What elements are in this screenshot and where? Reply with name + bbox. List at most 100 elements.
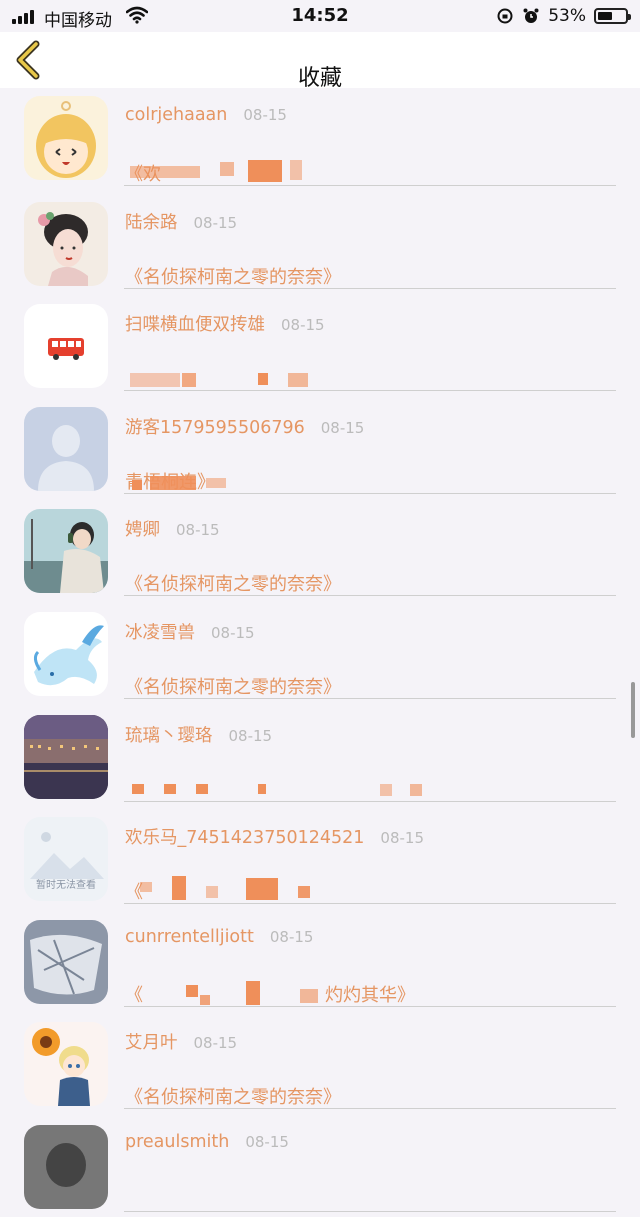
censored-block	[182, 373, 196, 388]
username[interactable]: cunrrentelljiott 08-15	[125, 927, 313, 947]
username-text: 艾月叶	[125, 1033, 178, 1054]
censored-block	[220, 162, 234, 176]
divider	[124, 903, 616, 905]
divider	[124, 595, 616, 597]
censored-block	[258, 373, 268, 386]
divider	[124, 287, 616, 289]
censored-block	[206, 886, 218, 899]
scrollbar[interactable]	[631, 682, 635, 738]
username[interactable]: colrjehaaan 08-15	[125, 105, 287, 125]
list-item[interactable]: preaulsmith 08-15	[0, 1114, 640, 1217]
favorite-date: 08-15	[320, 418, 365, 437]
list-item[interactable]: 扫喋横血便双抟雄 08-15	[0, 293, 640, 396]
censored-block	[206, 477, 226, 488]
book-title[interactable]: 《名侦探柯南之零的奈奈》	[125, 1083, 341, 1109]
avatar[interactable]	[24, 304, 108, 389]
avatar[interactable]	[24, 96, 108, 180]
username[interactable]: 游客1579595506796 08-15	[125, 414, 364, 439]
username[interactable]: 陆余路 08-15	[125, 209, 237, 234]
avatar[interactable]	[24, 611, 108, 696]
favorite-date: 08-15	[269, 927, 314, 946]
censored-block	[246, 980, 260, 1005]
favorite-date: 08-15	[245, 1132, 289, 1151]
favorite-date: 08-15	[193, 213, 238, 232]
favorite-date: 08-15	[243, 106, 287, 124]
list-item[interactable]: 娉卿 08-15 《名侦探柯南之零的奈奈》	[0, 498, 640, 601]
censored-block	[410, 783, 422, 796]
divider	[124, 492, 616, 494]
book-title[interactable]: 《名侦探柯南之零的奈奈》	[125, 570, 341, 596]
censored-block	[248, 160, 282, 182]
username[interactable]: preaulsmith 08-15	[125, 1132, 289, 1152]
username[interactable]: 冰凌雪兽 08-15	[125, 619, 255, 644]
censored-block	[380, 783, 392, 796]
censored-block	[132, 783, 144, 794]
username[interactable]: 扫喋横血便双抟雄 08-15	[125, 311, 325, 336]
favorite-date: 08-15	[193, 1034, 238, 1053]
username[interactable]: 娉卿 08-15	[125, 516, 220, 541]
censored-block	[172, 876, 186, 901]
censored-block	[258, 783, 266, 794]
divider	[124, 185, 616, 186]
censored-block	[130, 166, 200, 178]
list-item[interactable]: 暂时无法查看 欢乐马_7451423750124521 08-15 《	[0, 806, 640, 909]
favorite-date: 08-15	[380, 829, 424, 848]
censored-block	[300, 988, 318, 1003]
list-item[interactable]: 陆余路 08-15 《名侦探柯南之零的奈奈》	[0, 191, 640, 294]
avatar[interactable]	[24, 509, 108, 594]
username-text: 娉卿	[125, 520, 160, 541]
list-item[interactable]: 游客157959550679608-15青梧桐连》	[0, 396, 640, 499]
divider	[124, 1005, 616, 1007]
username-text: 陆余路	[125, 212, 178, 233]
book-title-tail: 灼灼其华》	[325, 984, 415, 1006]
username-text: cunrrentelljiott	[125, 926, 254, 947]
censored-block	[186, 984, 198, 997]
censored-block	[246, 878, 278, 901]
username-text: 冰凌雪兽	[125, 622, 195, 643]
list-item[interactable]: cunrrentelljiott 08-15 《 灼灼其华》	[0, 909, 640, 1012]
divider	[124, 1210, 616, 1212]
censored-block	[150, 475, 196, 490]
avatar[interactable]: 暂时无法查看	[24, 817, 108, 902]
alarm-icon	[523, 8, 539, 23]
censored-block	[164, 783, 176, 794]
censored-block	[132, 479, 142, 490]
book-title[interactable]: 《名侦探柯南之零的奈奈》	[125, 673, 341, 699]
book-title[interactable]: 《	[125, 981, 143, 1007]
censored-block	[196, 783, 208, 794]
rotation-lock-icon	[497, 8, 513, 24]
username[interactable]: 艾月叶 08-15	[125, 1029, 237, 1054]
navigation-bar: 收藏	[0, 32, 640, 91]
list-item[interactable]: colrjehaaan08-15《欢	[0, 88, 640, 191]
username[interactable]: 欢乐马_7451423750124521 08-15	[125, 824, 424, 849]
divider	[124, 800, 616, 802]
avatar[interactable]	[24, 201, 108, 286]
username-text: colrjehaaan	[125, 105, 228, 125]
book-title[interactable]: 《名侦探柯南之零的奈奈》	[125, 263, 341, 289]
username-text: 琉璃丶璎珞	[125, 725, 213, 746]
avatar[interactable]	[24, 919, 108, 1004]
favorite-date: 08-15	[211, 623, 255, 642]
favorite-date: 08-15	[228, 726, 273, 745]
divider	[124, 1108, 616, 1110]
divider	[124, 390, 616, 392]
list-item[interactable]: 琉璃丶璎珞 08-15	[0, 704, 640, 807]
censored-block	[298, 886, 310, 899]
battery-icon	[594, 8, 631, 24]
avatar[interactable]	[24, 406, 108, 491]
username-text: preaulsmith	[125, 1131, 230, 1152]
avatar[interactable]	[24, 1022, 108, 1107]
favorites-list: colrjehaaan08-15《欢 陆余路08-15《名侦探柯南之零的奈奈》 …	[0, 88, 640, 1217]
avatar[interactable]	[24, 714, 108, 799]
battery-percent: 53%	[548, 6, 586, 26]
list-item[interactable]: 艾月叶 08-15 《名侦探柯南之零的奈奈》	[0, 1011, 640, 1114]
username-text: 游客1579595506796	[125, 417, 305, 438]
censored-block	[140, 882, 152, 893]
favorite-date: 08-15	[176, 521, 220, 540]
username-text: 欢乐马_7451423750124521	[125, 828, 365, 849]
list-item[interactable]: 冰凌雪兽 08-15 《名侦探柯南之零的奈奈》	[0, 601, 640, 704]
divider	[124, 697, 616, 699]
status-bar: 中国移动 14:52 53%	[0, 0, 640, 32]
censored-block	[200, 994, 210, 1005]
username[interactable]: 琉璃丶璎珞 08-15	[125, 722, 272, 747]
